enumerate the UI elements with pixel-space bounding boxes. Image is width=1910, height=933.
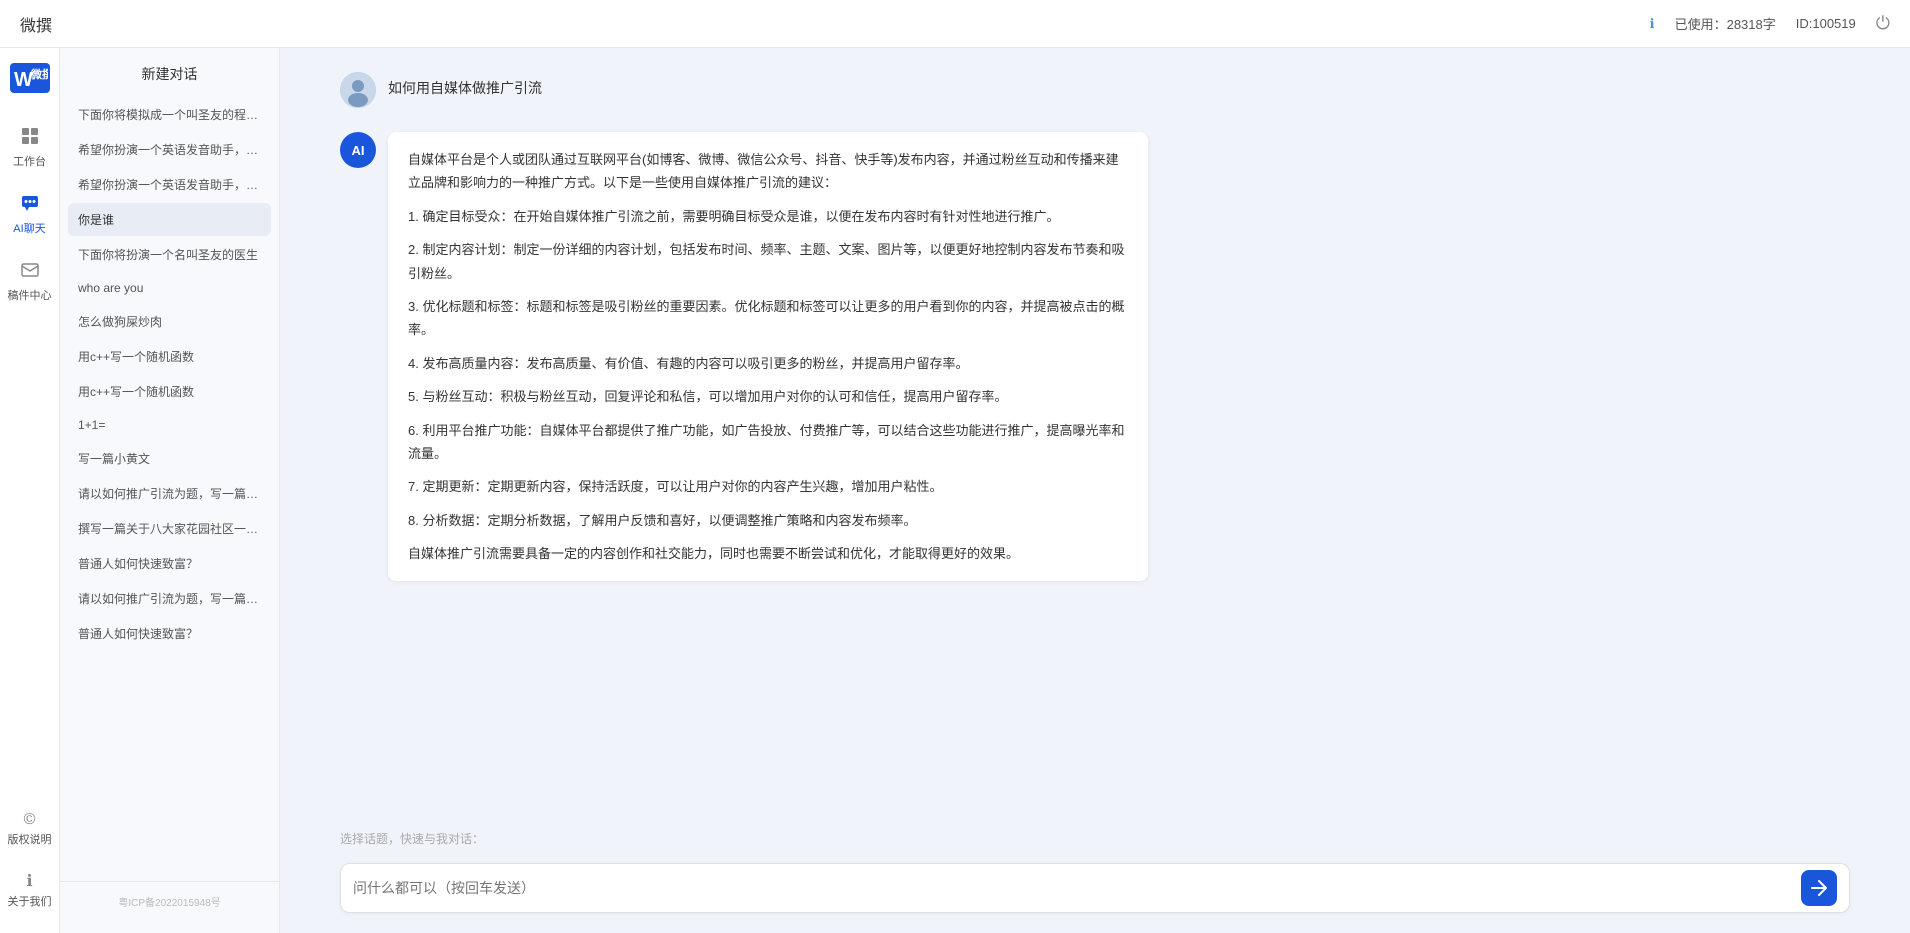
sidebar-item-mailbox[interactable]: 稿件中心 xyxy=(0,252,59,311)
nav-items: 工作台 AI聊天 xyxy=(0,118,59,311)
ai-paragraph: 8. 分析数据：定期分析数据，了解用户反馈和喜好，以便调整推广策略和内容发布频率… xyxy=(408,509,1128,532)
chat-messages: 如何用自媒体做推广引流 AI 自媒体平台是个人或团队通过互联网平台(如博客、微博… xyxy=(280,48,1910,822)
history-item[interactable]: 请以如何推广引流为题，写一篇大纲 xyxy=(68,582,271,615)
usage-icon: ℹ xyxy=(1650,16,1655,32)
icp-text: 粤ICP备2022015948号 xyxy=(68,890,271,917)
copyright-label: 版权说明 xyxy=(8,831,52,847)
ai-paragraph: 2. 制定内容计划：制定一份详细的内容计划，包括发布时间、频率、主题、文案、图片… xyxy=(408,238,1128,285)
history-item[interactable]: 写一篇小黄文 xyxy=(68,442,271,475)
left-sidebar: W 微撰 工作台 xyxy=(0,48,60,933)
ai-paragraph: 3. 优化标题和标签：标题和标签是吸引粉丝的重要因素。优化标题和标签可以让更多的… xyxy=(408,295,1128,342)
ai-paragraph: 4. 发布高质量内容：发布高质量、有价值、有趣的内容可以吸引更多的粉丝，并提高用… xyxy=(408,352,1128,375)
ai-message-bubble: 自媒体平台是个人或团队通过互联网平台(如博客、微博、微信公众号、抖音、快手等)发… xyxy=(388,132,1148,581)
send-button[interactable] xyxy=(1801,870,1837,906)
quick-select-label: 选择话题，快速与我对话： xyxy=(340,832,484,846)
logo-icon: W 微撰 xyxy=(10,63,50,93)
sidebar-item-ai-chat[interactable]: AI聊天 xyxy=(0,185,59,244)
sidebar-item-about[interactable]: ℹ 关于我们 xyxy=(0,863,59,917)
user-message: 如何用自媒体做推广引流 xyxy=(340,72,1850,108)
history-footer: 粤ICP备2022015948号 xyxy=(60,881,279,933)
history-item[interactable]: 1+1= xyxy=(68,410,271,440)
about-label: 关于我们 xyxy=(8,893,52,909)
workbench-icon xyxy=(20,126,40,151)
history-item[interactable]: 用c++写一个随机函数 xyxy=(68,340,271,373)
main-layout: W 微撰 工作台 xyxy=(0,48,1910,933)
ai-chat-icon xyxy=(20,193,40,218)
ai-paragraph: 5. 与粉丝互动：积极与粉丝互动，回复评论和私信，可以增加用户对你的认可和信任，… xyxy=(408,385,1128,408)
history-item[interactable]: 请以如何推广引流为题，写一篇大纲 xyxy=(68,477,271,510)
ai-avatar: AI xyxy=(340,132,376,168)
history-item[interactable]: 下面你将模拟成一个叫圣友的程序员、我说... xyxy=(68,98,271,131)
history-item[interactable]: 希望你扮演一个英语发音助手，我提供给你... xyxy=(68,168,271,201)
history-item[interactable]: 普通人如何快速致富？ xyxy=(68,547,271,580)
new-chat-button[interactable]: 新建对话 xyxy=(60,48,279,94)
mailbox-label: 稿件中心 xyxy=(8,287,52,303)
history-panel: 新建对话 下面你将模拟成一个叫圣友的程序员、我说...希望你扮演一个英语发音助手… xyxy=(60,48,280,933)
history-item[interactable]: 下面你将扮演一个名叫圣友的医生 xyxy=(68,238,271,271)
workbench-label: 工作台 xyxy=(13,153,46,169)
logo-area: W 微撰 xyxy=(5,58,55,98)
ai-paragraph: 1. 确定目标受众：在开始自媒体推广引流之前，需要明确目标受众是谁，以便在发布内… xyxy=(408,205,1128,228)
history-item[interactable]: 普通人如何快速致富？ xyxy=(68,617,271,650)
ai-chat-label: AI聊天 xyxy=(13,220,45,236)
user-message-text: 如何用自媒体做推广引流 xyxy=(388,72,542,98)
nav-bottom: © 版权说明 ℹ 关于我们 xyxy=(0,803,59,933)
mailbox-icon xyxy=(20,260,40,285)
history-item[interactable]: 希望你扮演一个英语发音助手，我提供给你... xyxy=(68,133,271,166)
chat-input[interactable] xyxy=(353,864,1801,912)
id-label: ID:100519 xyxy=(1796,16,1856,31)
power-button[interactable]: ⏻ xyxy=(1876,13,1890,34)
usage-label: 已使用：28318字 xyxy=(1675,14,1776,33)
about-icon: ℹ xyxy=(26,871,32,891)
ai-message: AI 自媒体平台是个人或团队通过互联网平台(如博客、微博、微信公众号、抖音、快手… xyxy=(340,132,1850,581)
svg-text:微撰: 微撰 xyxy=(30,67,48,81)
history-list: 下面你将模拟成一个叫圣友的程序员、我说...希望你扮演一个英语发音助手，我提供给… xyxy=(60,94,279,881)
topbar-right: ℹ 已使用：28318字 ID:100519 ⏻ xyxy=(1650,13,1890,34)
history-item[interactable]: 你是谁 xyxy=(68,203,271,236)
ai-paragraph: 自媒体平台是个人或团队通过互联网平台(如博客、微博、微信公众号、抖音、快手等)发… xyxy=(408,148,1128,195)
history-item[interactable]: who are you xyxy=(68,273,271,303)
ai-paragraph: 7. 定期更新：定期更新内容，保持活跃度，可以让用户对你的内容产生兴趣，增加用户… xyxy=(408,475,1128,498)
ai-paragraph: 自媒体推广引流需要具备一定的内容创作和社交能力，同时也需要不断尝试和优化，才能取… xyxy=(408,542,1128,565)
topbar: 微撰 ℹ 已使用：28318字 ID:100519 ⏻ xyxy=(0,0,1910,48)
sidebar-item-workbench[interactable]: 工作台 xyxy=(0,118,59,177)
ai-paragraph: 6. 利用平台推广功能：自媒体平台都提供了推广功能，如广告投放、付费推广等，可以… xyxy=(408,419,1128,466)
history-item[interactable]: 撰写一篇关于八大家花园社区一刻钟便民生... xyxy=(68,512,271,545)
input-box xyxy=(340,863,1850,913)
history-item[interactable]: 用c++写一个随机函数 xyxy=(68,375,271,408)
history-item[interactable]: 怎么做狗屎炒肉 xyxy=(68,305,271,338)
chat-area: 如何用自媒体做推广引流 AI 自媒体平台是个人或团队通过互联网平台(如博客、微博… xyxy=(280,48,1910,933)
input-area xyxy=(280,853,1910,933)
copyright-icon: © xyxy=(24,811,36,829)
quick-select-area: 选择话题，快速与我对话： xyxy=(280,822,1910,853)
user-avatar xyxy=(340,72,376,108)
sidebar-item-copyright[interactable]: © 版权说明 xyxy=(0,803,59,855)
topbar-title: 微撰 xyxy=(20,12,1650,36)
